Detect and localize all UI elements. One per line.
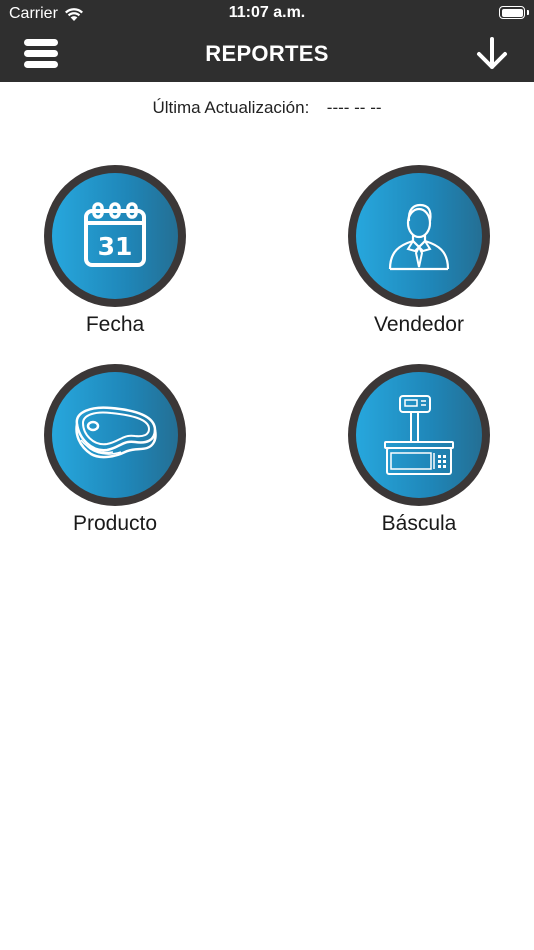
battery-tip [527, 10, 529, 15]
reports-screen: Carrier 11:07 a.m. REPORTES Última Actua… [0, 0, 534, 950]
download-button[interactable] [474, 36, 510, 72]
tile-producto[interactable]: Producto [15, 364, 215, 536]
top-bar: Carrier 11:07 a.m. REPORTES [0, 0, 534, 82]
last-update-value: ---- -- -- [326, 98, 382, 117]
tile-label-vendedor: Vendedor [374, 313, 464, 336]
last-update-label: Última Actualización: [152, 98, 310, 117]
tile-label-producto: Producto [72, 512, 158, 535]
meat-steak-icon [75, 406, 157, 459]
calendar-icon: 31 [84, 202, 146, 267]
bascula-circle [348, 364, 490, 506]
salesperson-icon [388, 203, 450, 271]
tile-bascula[interactable]: Báscula [319, 364, 519, 536]
battery-icon [499, 6, 525, 19]
page-title: REPORTES [205, 41, 329, 66]
fecha-circle: 31 [44, 165, 186, 307]
status-time: 11:07 a.m. [228, 4, 306, 21]
scale-icon [384, 395, 454, 475]
vendedor-circle [348, 165, 490, 307]
tile-vendedor[interactable]: Vendedor [319, 165, 519, 337]
tile-label-fecha: Fecha [85, 313, 145, 336]
calendar-day: 31 [98, 232, 133, 261]
tile-fecha[interactable]: 31 Fecha [15, 165, 215, 337]
tile-label-bascula: Báscula [381, 512, 457, 535]
arrow-down-icon [477, 37, 507, 69]
producto-circle [44, 364, 186, 506]
last-update: Última Actualización: ---- -- -- [0, 98, 534, 118]
